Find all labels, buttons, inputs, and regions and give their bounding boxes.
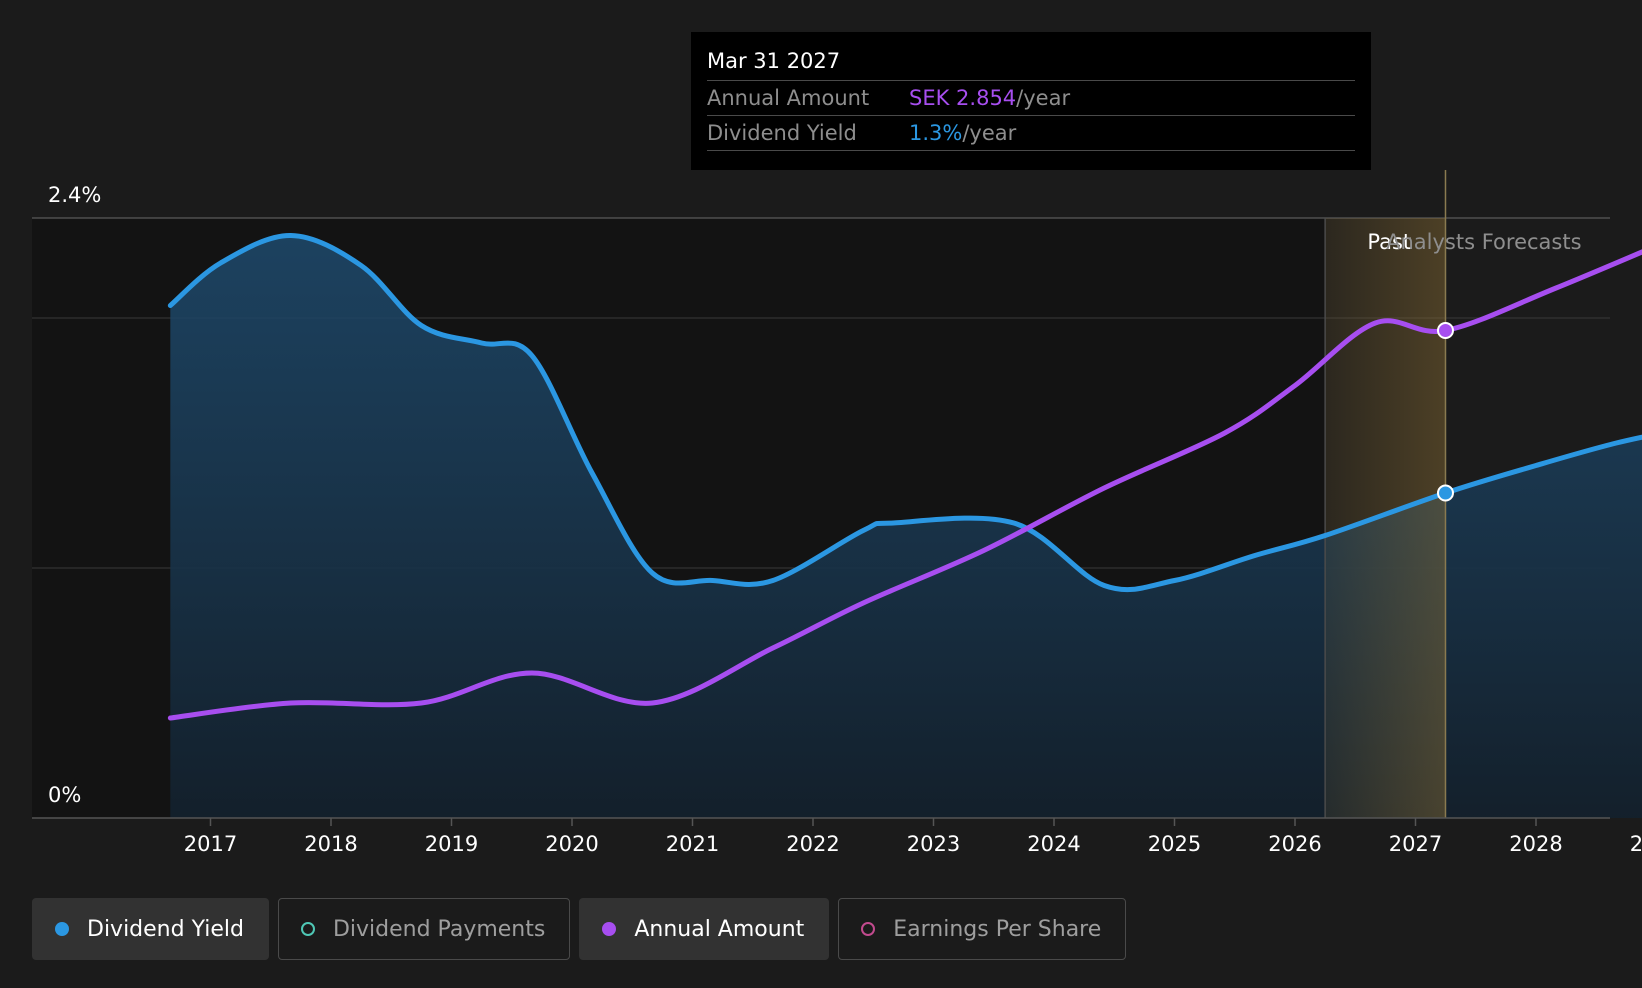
legend-ring-icon [300, 922, 315, 936]
tooltip-row-dividend-yield: Dividend Yield 1.3% /year [707, 116, 1355, 151]
x-tick-label: 2017 [184, 832, 237, 856]
tooltip-value: SEK 2.854 [909, 86, 1017, 110]
x-tick-label: 2026 [1268, 832, 1321, 856]
tooltip-row-annual-amount: Annual Amount SEK 2.854 /year [707, 81, 1355, 116]
tooltip-label: Annual Amount [707, 86, 870, 110]
y-axis-min-label: 0% [48, 783, 81, 807]
x-axis-ticks: 2017 2018 2019 2020 2021 2022 2023 2024 2025 2026… [184, 818, 1642, 856]
legend-dot-icon [55, 922, 69, 936]
x-tick-label: 2029 [1630, 832, 1642, 856]
x-tick-label: 2023 [907, 832, 960, 856]
y-axis-max-label: 2.4% [48, 183, 101, 207]
tooltip-value: 1.3% [909, 121, 963, 145]
tooltip-label: Dividend Yield [707, 121, 857, 145]
x-tick-label: 2024 [1027, 832, 1080, 856]
annual-amount-marker[interactable] [1436, 322, 1454, 339]
x-tick-label: 2022 [786, 832, 839, 856]
x-tick-label: 2021 [666, 832, 719, 856]
x-tick-label: 2020 [545, 832, 598, 856]
x-tick-label: 2027 [1389, 832, 1442, 856]
chart-tooltip: Mar 31 2027 Annual Amount SEK 2.854 /yea… [691, 32, 1371, 170]
x-tick-label: 2028 [1509, 832, 1562, 856]
legend-label: Annual Amount [634, 916, 805, 942]
legend-label: Dividend Payments [332, 916, 546, 942]
legend-dividend-yield[interactable]: Dividend Yield [32, 898, 269, 960]
tooltip-unit: /year [1016, 86, 1071, 110]
legend-ring-icon [861, 922, 876, 936]
forecast-region-label: Analysts Forecasts [1386, 230, 1581, 254]
legend-label: Earnings Per Share [893, 916, 1102, 942]
legend-earnings-per-share[interactable]: Earnings Per Share [838, 898, 1127, 960]
chart-legend: Dividend Yield Dividend Payments Annual … [32, 898, 1127, 960]
legend-dividend-payments[interactable]: Dividend Payments [277, 898, 571, 960]
dividend-yield-marker[interactable] [1436, 484, 1454, 502]
forecast-highlight-band [1325, 218, 1446, 818]
legend-label: Dividend Yield [87, 916, 244, 942]
x-tick-label: 2019 [425, 832, 478, 856]
legend-annual-amount[interactable]: Annual Amount [579, 898, 830, 960]
x-tick-label: 2025 [1148, 832, 1201, 856]
x-tick-label: 2018 [304, 832, 357, 856]
tooltip-date: Mar 31 2027 [707, 46, 1355, 81]
legend-dot-icon [602, 922, 617, 936]
tooltip-unit: /year [962, 121, 1017, 145]
